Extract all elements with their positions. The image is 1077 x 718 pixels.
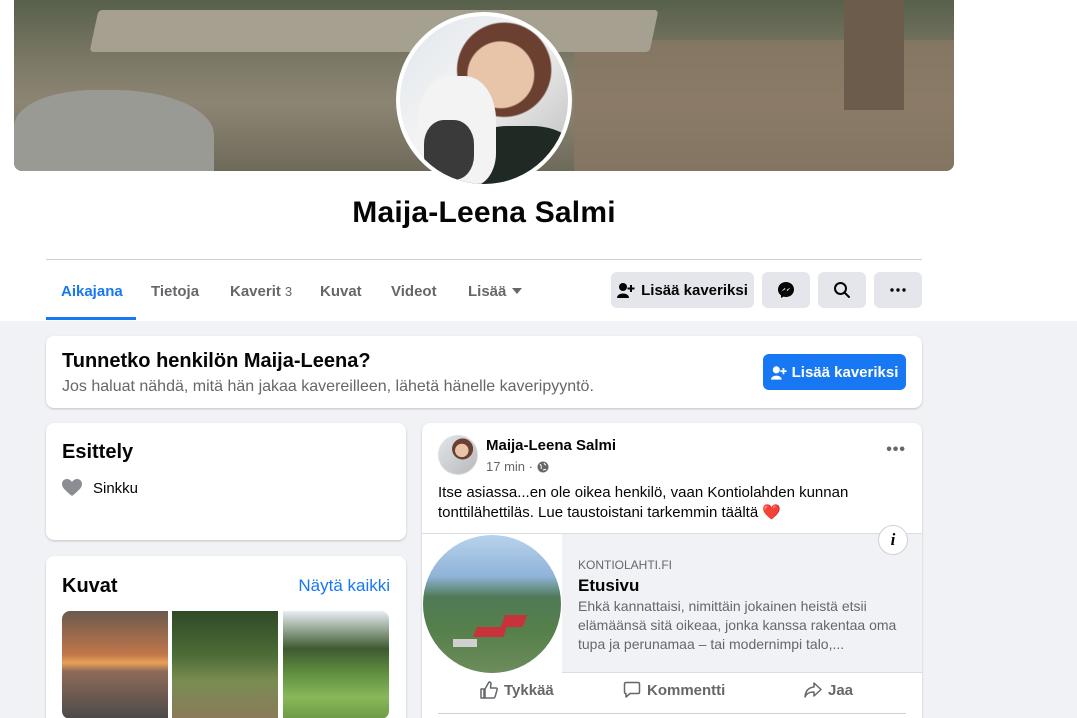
heart-icon	[62, 479, 82, 496]
messenger-icon	[778, 282, 794, 298]
comment-label: Kommentti	[647, 681, 726, 699]
post-author-name[interactable]: Maija-Leena Salmi	[486, 437, 616, 454]
tab-timeline[interactable]: Aikajana	[61, 283, 123, 300]
friends-count: 3	[284, 284, 293, 299]
add-friend-icon	[770, 365, 787, 380]
share-icon	[804, 682, 822, 698]
info-icon[interactable]: i	[878, 525, 908, 555]
link-description: Ehkä kannattaisi, nimittäin jokainen hei…	[578, 598, 897, 652]
suggestion-subtitle: Jos haluat nähdä, mitä hän jakaa kaverei…	[62, 378, 594, 395]
friend-suggestion-card: Tunnetko henkilön Maija-Leena? Jos halua…	[46, 336, 922, 408]
relationship-status: Sinkku	[62, 479, 138, 497]
intro-card: Esittely Sinkku	[46, 423, 406, 540]
photos-title: Kuvat	[62, 575, 118, 597]
tab-friends[interactable]: Kaverit 3	[230, 283, 292, 300]
photos-card: Kuvat Näytä kaikki	[46, 556, 406, 718]
globe-icon	[537, 461, 549, 472]
photo-thumbnail[interactable]	[283, 611, 389, 718]
link-title: Etusivu	[578, 576, 640, 595]
suggestion-title: Tunnetko henkilön Maija-Leena?	[62, 350, 371, 372]
post-timestamp[interactable]: 17 min ·	[486, 459, 549, 474]
post-text: Itse asiassa...en ole oikea henkilö, vaa…	[438, 483, 898, 523]
add-friend-primary-button[interactable]: Lisää kaveriksi	[763, 354, 906, 390]
comment-icon	[623, 681, 641, 698]
profile-picture[interactable]	[396, 12, 572, 188]
header-divider	[46, 259, 922, 260]
link-domain: KONTIOLAHTI.FI	[578, 558, 673, 572]
add-friend-label: Lisää kaveriksi	[641, 281, 748, 299]
heart-emoji: ❤️	[762, 504, 782, 521]
tab-about[interactable]: Tietoja	[151, 283, 199, 300]
tab-friends-label: Kaverit	[230, 283, 281, 300]
see-all-photos-link[interactable]: Näytä kaikki	[298, 576, 390, 596]
intro-title: Esittely	[62, 441, 134, 463]
search-icon	[834, 282, 850, 298]
post-time-label: 17 min ·	[486, 459, 533, 474]
actions-divider	[438, 713, 906, 714]
add-friend-button[interactable]: Lisää kaveriksi	[611, 272, 754, 308]
post-body: Itse asiassa...en ole oikea henkilö, vaa…	[438, 484, 849, 521]
photo-thumbnail[interactable]	[62, 611, 168, 718]
share-button[interactable]: Jaa	[804, 681, 853, 699]
post-card: Maija-Leena Salmi 17 min · ••• Itse asia…	[422, 423, 922, 718]
messenger-button[interactable]	[762, 272, 810, 308]
comment-button[interactable]: Kommentti	[623, 681, 725, 699]
link-preview[interactable]: KONTIOLAHTI.FI Etusivu Ehkä kannattaisi,…	[422, 533, 922, 674]
caret-down-icon	[512, 288, 523, 294]
thumbs-up-icon	[480, 681, 498, 699]
tab-videos[interactable]: Videot	[391, 283, 437, 300]
like-button[interactable]: Tykkää	[480, 681, 554, 699]
profile-name: Maija-Leena Salmi	[352, 196, 616, 229]
tab-more-label: Lisää	[468, 283, 507, 300]
link-preview-image	[422, 534, 562, 674]
tab-photos[interactable]: Kuvat	[320, 283, 362, 300]
profile-header: Maija-Leena Salmi Aikajana Tietoja Kaver…	[0, 0, 1077, 321]
photo-thumbnail[interactable]	[172, 611, 278, 718]
add-friend-primary-label: Lisää kaveriksi	[791, 363, 899, 381]
more-options-button[interactable]	[874, 272, 922, 308]
more-icon	[890, 288, 906, 292]
search-button[interactable]	[818, 272, 866, 308]
like-label: Tykkää	[504, 681, 554, 699]
relationship-label: Sinkku	[93, 479, 139, 497]
post-author-avatar[interactable]	[438, 435, 478, 475]
active-tab-indicator	[46, 317, 136, 320]
post-options-button[interactable]: •••	[886, 441, 906, 459]
add-friend-icon	[617, 283, 635, 298]
share-label: Jaa	[828, 681, 854, 699]
tab-more[interactable]: Lisää	[468, 283, 523, 300]
